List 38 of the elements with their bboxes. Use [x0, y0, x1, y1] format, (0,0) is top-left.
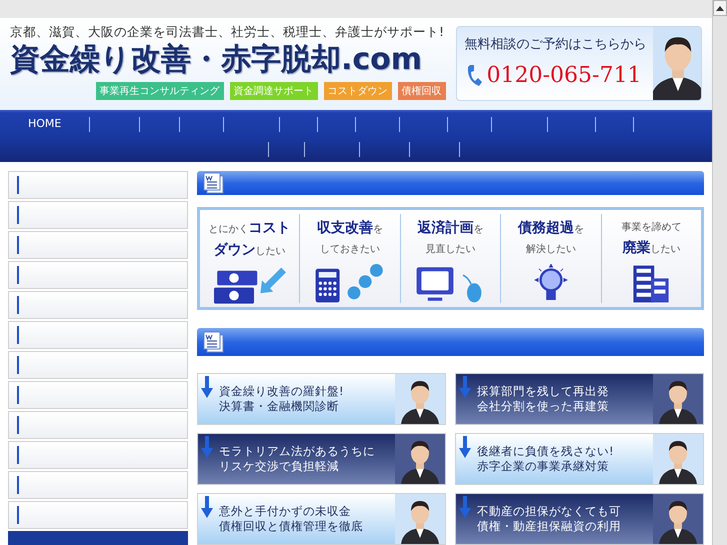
- feature-banner[interactable]: 不動産の担保がなくても可 債権・動産担保融資の利用: [455, 493, 704, 545]
- arrow-down-icon: [459, 376, 471, 398]
- document-icon: [203, 172, 225, 194]
- nav-link[interactable]: HOME: [0, 116, 90, 133]
- service-menu-item[interactable]: 収支改善を しておきたい: [299, 214, 400, 303]
- tagline: 京都、滋賀、大阪の企業を司法書士、社労士、税理士、弁護士がサポート!: [10, 24, 446, 40]
- sidebar-item[interactable]: [8, 231, 188, 259]
- sidebar-item[interactable]: [8, 381, 188, 409]
- feature-banner[interactable]: 意外と手付かずの未収金 債権回収と債権管理を徹底: [197, 493, 446, 545]
- sidebar-item[interactable]: [8, 201, 188, 229]
- scroll-up-button[interactable]: [713, 0, 727, 16]
- sidebar-item[interactable]: [8, 261, 188, 289]
- feature-banner[interactable]: モラトリアム法があるうちに リスケ交渉で負担軽減: [197, 433, 446, 485]
- sidebar-item[interactable]: [8, 351, 188, 379]
- arrow-down-icon: [459, 496, 471, 518]
- feature-banner[interactable]: 後継者に負債を残さない! 赤字企業の事業承継対策: [455, 433, 704, 485]
- sidebar-item[interactable]: [8, 171, 188, 199]
- sidebar-item[interactable]: [8, 471, 188, 499]
- service-menu-item[interactable]: とにかくコスト ダウンしたい: [200, 214, 300, 303]
- site-logo[interactable]: 資金繰り改善・赤字脱却.com: [10, 40, 426, 80]
- sidebar-item[interactable]: [8, 501, 188, 529]
- document-icon: [203, 331, 225, 353]
- sidebar-item[interactable]: [8, 291, 188, 319]
- up-arrow-icon: [716, 6, 724, 10]
- phone-number[interactable]: 0120-065-711: [486, 58, 642, 92]
- arrow-down-icon: [201, 436, 213, 458]
- arrow-down-icon: [201, 496, 213, 518]
- arrow-down-icon: [459, 436, 471, 458]
- service-menu-item[interactable]: 債務超過を 解決したい: [500, 214, 601, 303]
- sidebar-item[interactable]: [8, 411, 188, 439]
- feature-banner[interactable]: 資金繰り改善の羅針盤! 決算書・金融機関診断: [197, 373, 446, 425]
- sidebar-item[interactable]: [8, 321, 188, 349]
- sidebar-item[interactable]: [8, 441, 188, 469]
- contact-lead: 無料相談のご予約はこちらから: [464, 36, 647, 54]
- service-menu-item[interactable]: 事業を諦めて 廃業したい: [600, 214, 701, 303]
- service-menu-item[interactable]: 返済計画を 見直したい: [400, 214, 500, 303]
- feature-banner[interactable]: 採算部門を残して再出発 会社分割を使った再建策: [455, 373, 704, 425]
- arrow-down-icon: [201, 376, 213, 398]
